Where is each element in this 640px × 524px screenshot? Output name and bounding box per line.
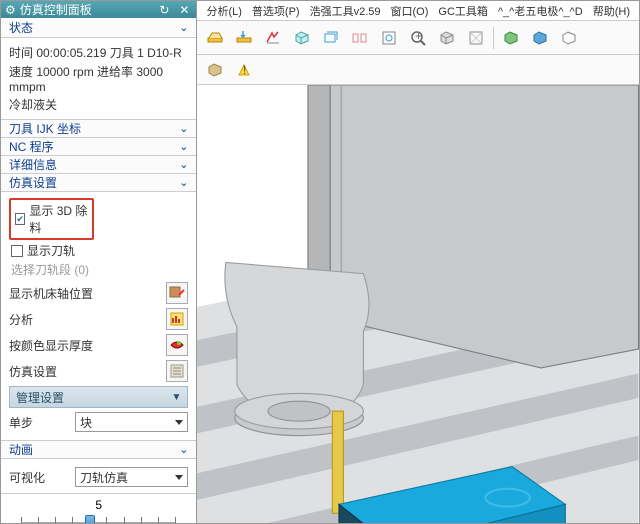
row-single-step: 单步 块 — [9, 412, 188, 432]
menu-window[interactable]: 窗口(O) — [388, 3, 432, 19]
tb-icon-10[interactable] — [464, 26, 488, 50]
menu-prefs[interactable]: 普选项(P) — [249, 3, 303, 19]
section-detail-header[interactable]: 详细信息⌄ — [1, 156, 196, 174]
label-show-path: 显示刀轨 — [27, 242, 75, 259]
refresh-icon[interactable]: ↻ — [156, 2, 172, 18]
section-ijk-header[interactable]: 刀具 IJK 坐标⌄ — [1, 120, 196, 138]
state-coolant: 冷却液关 — [9, 96, 188, 113]
checkbox-show-path[interactable] — [11, 245, 23, 257]
chevron-down-icon: ⌄ — [179, 158, 188, 171]
tb-icon-3[interactable] — [261, 26, 285, 50]
panel-title: 仿真控制面板 — [20, 1, 153, 18]
close-icon[interactable]: ✕ — [176, 2, 192, 18]
tb-icon-6[interactable] — [348, 26, 372, 50]
section-state-header[interactable]: 状态 ⌄ — [1, 18, 196, 38]
chevron-down-icon: ⌄ — [179, 122, 188, 135]
tb-icon-13[interactable] — [557, 26, 581, 50]
manage-settings-button[interactable]: 管理设置▼ — [9, 386, 188, 408]
chevron-down-icon — [175, 420, 183, 425]
3d-viewport[interactable] — [197, 85, 639, 523]
label-show-3d: 显示 3D 除料 — [29, 202, 88, 236]
row-simsetting: 仿真设置 — [9, 360, 188, 382]
tb-icon-9[interactable] — [435, 26, 459, 50]
menubar: 分析(L) 普选项(P) 浩强工具v2.59 窗口(O) GC工具箱 ^_^老五… — [197, 1, 639, 21]
speed-center-label: 5 — [9, 498, 188, 512]
menu-help[interactable]: 帮助(H) — [590, 3, 633, 19]
gear-icon: ⚙ — [5, 3, 16, 17]
label-select-path: 选择刀轨段 (0) — [11, 261, 188, 278]
machine-pos-icon[interactable] — [166, 282, 188, 304]
tb-icon-8[interactable]: + — [406, 26, 430, 50]
panel-titlebar: ⚙ 仿真控制面板 ↻ ✕ — [1, 1, 196, 18]
menu-gctool[interactable]: GC工具箱 — [435, 3, 491, 19]
highlight-show-3d: 显示 3D 除料 — [9, 198, 94, 240]
section-simset-header[interactable]: 仿真设置⌄ — [1, 174, 196, 192]
tb-icon-1[interactable] — [203, 26, 227, 50]
svg-text:+: + — [415, 29, 422, 43]
svg-text:!: ! — [243, 63, 246, 77]
tb2-icon-1[interactable] — [203, 58, 227, 82]
chevron-down-icon: ⌄ — [179, 21, 188, 34]
toolbar-2: ! — [197, 55, 639, 85]
row-machine-pos: 显示机床轴位置 — [9, 282, 188, 304]
single-step-select[interactable]: 块 — [75, 412, 188, 432]
section-anim-body: 可视化 刀轨仿真 — [1, 459, 196, 494]
chevron-down-icon: ⌄ — [179, 140, 188, 153]
checkbox-show-3d[interactable] — [15, 213, 25, 225]
menu-haoqiang[interactable]: 浩强工具v2.59 — [307, 3, 384, 19]
speed-slider[interactable] — [21, 514, 176, 523]
visual-select[interactable]: 刀轨仿真 — [75, 467, 188, 487]
section-anim-header[interactable]: 动画⌄ — [1, 441, 196, 459]
tb-icon-7[interactable] — [377, 26, 401, 50]
section-simset-body: 显示 3D 除料 显示刀轨 选择刀轨段 (0) 显示机床轴位置 分析 按颜色显示… — [1, 192, 196, 441]
analysis-icon[interactable] — [166, 308, 188, 330]
tb-icon-5[interactable] — [319, 26, 343, 50]
speed-slider-area: 5 速度 1 10 — [1, 494, 196, 523]
chevron-down-icon: ⌄ — [179, 176, 188, 189]
simsetting-icon[interactable] — [166, 360, 188, 382]
row-analysis: 分析 — [9, 308, 188, 330]
tb-icon-4[interactable] — [290, 26, 314, 50]
thickness-icon[interactable] — [166, 334, 188, 356]
section-state: 状态 ⌄ 时间 00:00:05.219 刀具 1 D10-R 速度 10000… — [1, 18, 196, 120]
right-pane: 分析(L) 普选项(P) 浩强工具v2.59 窗口(O) GC工具箱 ^_^老五… — [197, 1, 639, 523]
toolbar: + — [197, 21, 639, 55]
tb2-icon-2[interactable]: ! — [232, 58, 256, 82]
state-speed: 速度 10000 rpm 进给率 3000 mmpm — [9, 63, 188, 94]
section-nc-header[interactable]: NC 程序⌄ — [1, 138, 196, 156]
chevron-down-icon — [175, 475, 183, 480]
row-thickness: 按颜色显示厚度 — [9, 334, 188, 356]
chevron-down-icon: ⌄ — [179, 443, 188, 456]
row-visual: 可视化 刀轨仿真 — [9, 467, 188, 487]
state-time: 时间 00:00:05.219 刀具 1 D10-R — [9, 44, 188, 61]
tb-icon-12[interactable] — [528, 26, 552, 50]
menu-analysis[interactable]: 分析(L) — [203, 3, 244, 19]
menu-laowu[interactable]: ^_^老五电极^_^D — [495, 3, 586, 19]
tb-icon-11[interactable] — [499, 26, 523, 50]
slider-thumb[interactable] — [85, 515, 95, 523]
tb-icon-2[interactable] — [232, 26, 256, 50]
sim-control-panel: ⚙ 仿真控制面板 ↻ ✕ 状态 ⌄ 时间 00:00:05.219 刀具 1 D… — [1, 1, 197, 523]
